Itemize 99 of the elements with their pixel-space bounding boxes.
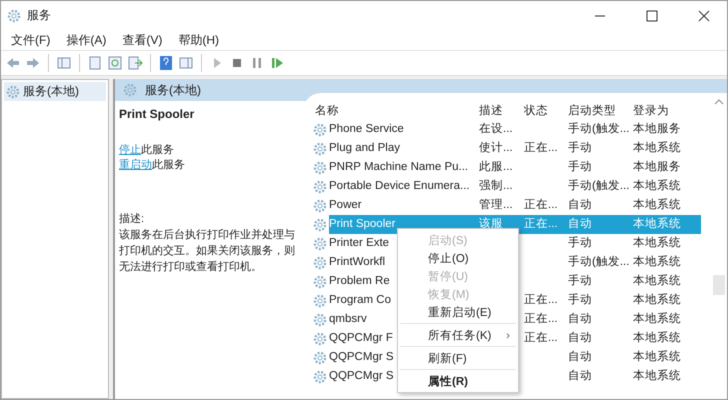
table-cell-text: 正在...: [523, 292, 559, 308]
menu-item[interactable]: 属性(R): [398, 372, 518, 390]
window-title: 服务: [27, 7, 52, 24]
service-name-cell[interactable]: Power: [329, 196, 477, 215]
table-cell-text: 管理...: [478, 198, 514, 213]
table-cell-text: 手动: [567, 159, 593, 175]
view-icon[interactable]: [178, 55, 194, 71]
table-cell-text: 正在...: [523, 330, 559, 346]
action-link[interactable]: 重启动: [119, 159, 152, 171]
service-name-cell[interactable]: Phone Service: [329, 120, 477, 139]
table-cell-text: 自动: [567, 198, 593, 213]
export-icon[interactable]: [127, 55, 143, 71]
table-cell-text: 手动: [567, 140, 593, 156]
column-header[interactable]: 登录为: [631, 103, 701, 118]
maximize-icon: [646, 10, 658, 22]
table-cell-text: 手动(触发...: [567, 178, 630, 194]
table-cell-text: 本地系统: [632, 368, 682, 384]
service-gear-icon: [313, 160, 327, 174]
service-gear-icon: [313, 274, 327, 288]
column-header[interactable]: 启动类型: [566, 103, 631, 118]
service-gear-icon: [313, 198, 327, 212]
table-cell-text: 手动(触发...: [567, 254, 630, 270]
submenu-item[interactable]: 所有任务(K) ›: [398, 326, 518, 344]
table-cell-text: 自动: [567, 330, 593, 346]
menu-item[interactable]: 刷新(F): [398, 349, 518, 367]
help-icon[interactable]: [158, 55, 174, 71]
service-gear-icon: [313, 294, 327, 308]
table-cell-text: 本地系统: [632, 178, 682, 194]
column-header[interactable]: 描述: [477, 103, 522, 118]
table-cell-text: 正在...: [523, 140, 559, 156]
menu-item[interactable]: 重新启动(E): [398, 303, 518, 321]
column-header[interactable]: 状态: [522, 103, 566, 118]
column-header[interactable]: 名称: [313, 103, 477, 118]
table-cell-text: 本地服务: [632, 160, 682, 175]
service-gear-icon: [313, 256, 327, 270]
menu-item[interactable]: 操作(A): [64, 32, 108, 48]
table-cell-text: 本地系统: [632, 273, 682, 289]
submenu-arrow: ›: [506, 328, 510, 342]
tree-pane-icon[interactable]: [56, 55, 72, 71]
service-name-cell[interactable]: Portable Device Enumera...: [329, 177, 477, 196]
scrollbar-thumb[interactable]: [713, 275, 725, 295]
table-cell-text: 此服...: [478, 160, 514, 175]
table-cell-text: 正在...: [523, 198, 559, 213]
service-gear-icon: [313, 218, 327, 232]
table-cell-text: 本地服务: [632, 122, 682, 137]
properties-icon[interactable]: [87, 55, 103, 71]
table-cell-text: 自动: [567, 368, 593, 384]
table-cell: 自动: [566, 215, 631, 234]
service-name: Print Spooler: [119, 107, 196, 121]
services-icon: [123, 83, 137, 97]
forward-arrow-icon[interactable]: [25, 55, 41, 71]
pane-title: 服务(本地): [145, 82, 201, 98]
action-link[interactable]: 停止: [119, 144, 141, 156]
scroll-up-icon[interactable]: [714, 99, 724, 105]
table-cell-text: 在设...: [478, 122, 514, 137]
service-action: 停止此服务: [119, 143, 175, 158]
table-cell-text: 本地系统: [632, 311, 682, 327]
close-icon: [698, 10, 710, 22]
service-gear-icon: [313, 122, 327, 136]
service-gear-icon: [313, 332, 327, 346]
table-cell-text: 强制...: [478, 178, 514, 194]
table-cell-text: 本地系统: [632, 254, 682, 270]
table-cell-text: 本地系统: [632, 292, 682, 308]
table-cell-text: 本地系统: [632, 197, 682, 213]
table-cell-text: 使计...: [478, 140, 514, 156]
table-cell-text: 本地系统: [632, 330, 682, 346]
service-gear-icon: [313, 370, 327, 384]
table-cell-text: 本地系统: [632, 349, 682, 365]
service-gear-icon: [313, 236, 327, 250]
service-gear-icon: [313, 350, 327, 364]
table-cell: 正在...: [522, 215, 566, 234]
back-arrow-icon[interactable]: [5, 55, 21, 71]
services-icon: [7, 8, 21, 22]
table-cell-text: 手动: [567, 235, 593, 251]
service-name-cell[interactable]: PNRP Machine Name Pu...: [329, 158, 477, 177]
menu-item[interactable]: 文件(F): [9, 32, 52, 48]
menu-item[interactable]: 帮助(H): [176, 32, 221, 48]
resume-icon[interactable]: [269, 55, 285, 71]
description-label: 描述:: [119, 212, 146, 227]
service-gear-icon: [313, 312, 327, 326]
tree-item[interactable]: 服务(本地): [4, 82, 106, 101]
table-cell-text: 手动: [567, 292, 593, 308]
service-name-cell[interactable]: Plug and Play: [329, 139, 477, 158]
table-cell-text: 本地系统: [632, 235, 682, 251]
table-cell-text: 自动: [567, 312, 593, 327]
table-cell: 本地系统: [631, 215, 701, 234]
table-cell-text: 手动(触发...: [567, 121, 630, 137]
menu-item[interactable]: 停止(O): [398, 249, 518, 267]
table-cell-text: 正在...: [523, 312, 559, 327]
table-cell-text: 本地系统: [632, 140, 682, 156]
services-icon: [6, 84, 20, 98]
service-gear-icon: [313, 180, 327, 194]
service-action: 重启动此服务: [119, 158, 186, 173]
menu-item[interactable]: 查看(V): [120, 32, 164, 48]
table-cell-text: 手动: [567, 273, 593, 289]
service-description: 该服务在后台执行打印作业并处理与打印机的交互。如果关闭该服务，则无法进行打印或查看打印机。: [119, 228, 295, 275]
refresh-icon[interactable]: [107, 55, 123, 71]
table-cell-text: 自动: [567, 350, 593, 365]
service-gear-icon: [313, 142, 327, 156]
